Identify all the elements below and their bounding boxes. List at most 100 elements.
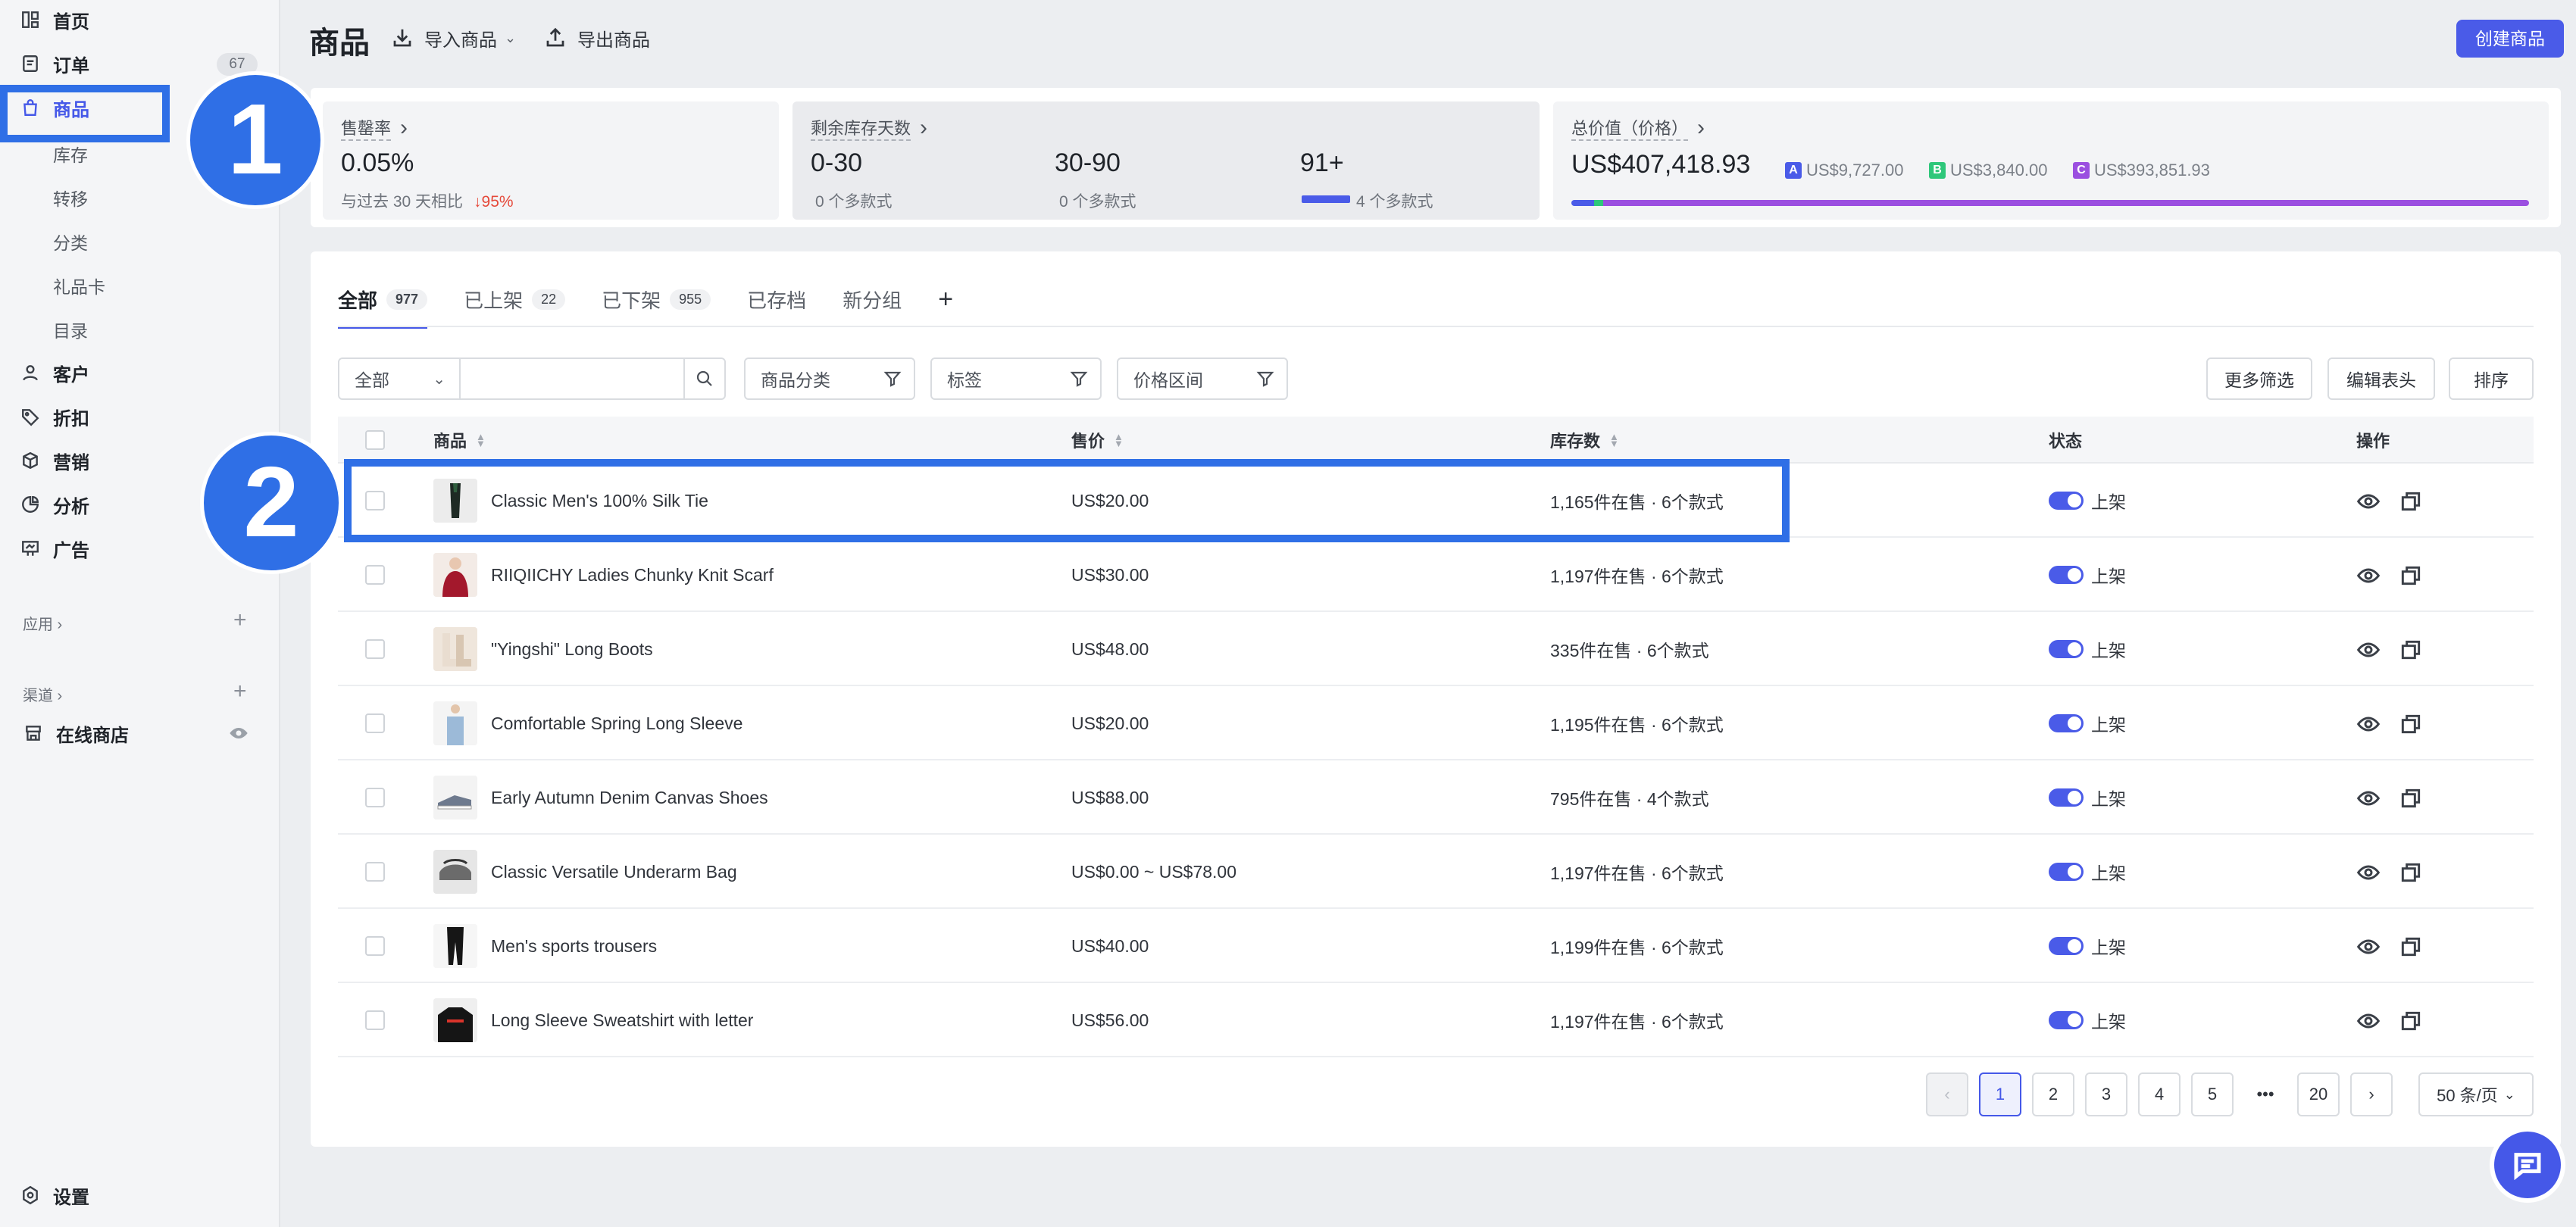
nav-discounts[interactable]: 折扣 xyxy=(20,397,89,436)
duplicate-icon[interactable] xyxy=(2399,564,2423,588)
nav-customers[interactable]: 客户 xyxy=(20,353,89,392)
product-thumbnail[interactable] xyxy=(433,627,477,671)
nav-online-store[interactable]: 在线商店 xyxy=(23,713,129,753)
inventory-days-title[interactable]: 剩余库存天数 › xyxy=(811,115,927,141)
product-thumbnail[interactable] xyxy=(433,701,477,745)
prev-page-button[interactable]: ‹ xyxy=(1926,1072,1968,1116)
row-checkbox[interactable] xyxy=(365,788,385,807)
product-thumbnail[interactable] xyxy=(433,553,477,597)
eye-icon[interactable] xyxy=(227,723,253,744)
status-toggle[interactable] xyxy=(2049,714,2084,732)
duplicate-icon[interactable] xyxy=(2399,786,2423,810)
page-1[interactable]: 1 xyxy=(1979,1072,2021,1116)
nav-catalog[interactable]: 目录 xyxy=(53,317,88,342)
category-filter[interactable]: 商品分类 xyxy=(744,357,915,400)
add-app-icon[interactable]: + xyxy=(233,609,247,632)
sell-through-card[interactable]: 售罄率 › 0.05% 与过去 30 天相比 ↓95% xyxy=(323,101,779,220)
status-toggle[interactable] xyxy=(2049,937,2084,955)
page-size-select[interactable]: 50 条/页 ⌄ xyxy=(2418,1072,2534,1116)
select-all-checkbox[interactable] xyxy=(365,430,385,450)
product-name[interactable]: RIIQIICHY Ladies Chunky Knit Scarf xyxy=(491,538,774,612)
nav-transfers[interactable]: 转移 xyxy=(53,185,88,211)
chat-support-button[interactable] xyxy=(2490,1127,2565,1203)
channels-section-label[interactable]: 渠道 › xyxy=(23,683,62,705)
price-range-filter[interactable]: 价格区间 xyxy=(1117,357,1288,400)
table-row[interactable]: RIIQIICHY Ladies Chunky Knit Scarf US$30.… xyxy=(338,538,2534,612)
page-4[interactable]: 4 xyxy=(2138,1072,2181,1116)
product-thumbnail[interactable] xyxy=(433,998,477,1042)
row-checkbox[interactable] xyxy=(365,1010,385,1030)
status-toggle[interactable] xyxy=(2049,1011,2084,1029)
import-products-button[interactable]: 导入商品 ⌄ xyxy=(391,23,516,53)
create-product-button[interactable]: 创建商品 xyxy=(2456,20,2564,58)
status-toggle[interactable] xyxy=(2049,788,2084,807)
add-channel-icon[interactable]: + xyxy=(233,680,247,703)
nav-home[interactable]: 首页 xyxy=(20,0,89,39)
sell-through-title[interactable]: 售罄率 › xyxy=(341,115,408,141)
page-5[interactable]: 5 xyxy=(2191,1072,2234,1116)
duplicate-icon[interactable] xyxy=(2399,489,2423,514)
duplicate-icon[interactable] xyxy=(2399,860,2423,885)
product-name[interactable]: Men's sports trousers xyxy=(491,909,657,983)
table-row[interactable]: Long Sleeve Sweatshirt with letter US$56.… xyxy=(338,983,2534,1057)
nav-gift-cards[interactable]: 礼品卡 xyxy=(53,273,105,298)
tab-inactive[interactable]: 已下架 955 xyxy=(602,273,711,326)
nav-collections[interactable]: 分类 xyxy=(53,229,88,254)
add-tab-icon[interactable]: + xyxy=(938,273,953,326)
duplicate-icon[interactable] xyxy=(2399,935,2423,959)
next-page-button[interactable]: › xyxy=(2350,1072,2393,1116)
table-row[interactable]: Comfortable Spring Long Sleeve US$20.00 1,… xyxy=(338,686,2534,760)
preview-eye-icon[interactable] xyxy=(2356,1009,2381,1033)
more-filters-button[interactable]: 更多筛选 xyxy=(2206,357,2312,400)
search-button[interactable] xyxy=(683,357,726,400)
page-last[interactable]: 20 xyxy=(2297,1072,2340,1116)
tab-new-group[interactable]: 新分组 xyxy=(843,273,902,326)
product-name[interactable]: Long Sleeve Sweatshirt with letter xyxy=(491,983,753,1057)
scope-select[interactable]: 全部 ⌄ xyxy=(338,357,461,400)
product-thumbnail[interactable] xyxy=(433,776,477,820)
product-name[interactable]: Classic Versatile Underarm Bag xyxy=(491,835,737,909)
status-toggle[interactable] xyxy=(2049,492,2084,510)
table-row[interactable]: Early Autumn Denim Canvas Shoes US$88.00 7… xyxy=(338,760,2534,835)
inventory-days-card[interactable]: 剩余库存天数 › 0-30 0 个多款式 30-90 0 个多款式 91+ 4 个… xyxy=(792,101,1540,220)
page-2[interactable]: 2 xyxy=(2032,1072,2074,1116)
search-input[interactable] xyxy=(459,357,685,400)
nav-ads[interactable]: 广告 xyxy=(20,529,89,568)
row-checkbox[interactable] xyxy=(365,639,385,659)
tab-archived[interactable]: 已存档 xyxy=(747,273,806,326)
preview-eye-icon[interactable] xyxy=(2356,489,2381,514)
nav-inventory[interactable]: 库存 xyxy=(53,141,88,167)
product-name[interactable]: Comfortable Spring Long Sleeve xyxy=(491,686,742,760)
row-checkbox[interactable] xyxy=(365,936,385,956)
preview-eye-icon[interactable] xyxy=(2356,860,2381,885)
status-toggle[interactable] xyxy=(2049,566,2084,584)
nav-marketing[interactable]: 营销 xyxy=(20,441,89,480)
product-thumbnail[interactable] xyxy=(433,850,477,894)
page-ellipsis[interactable]: ••• xyxy=(2244,1072,2287,1116)
nav-orders[interactable]: 订单 xyxy=(20,44,89,83)
product-name[interactable]: "Yingshi" Long Boots xyxy=(491,612,653,686)
export-products-button[interactable]: 导出商品 xyxy=(544,23,650,53)
edit-columns-button[interactable]: 编辑表头 xyxy=(2327,357,2435,400)
col-product[interactable]: 商品 ▲ ▼ xyxy=(433,417,486,464)
preview-eye-icon[interactable] xyxy=(2356,564,2381,588)
tags-filter[interactable]: 标签 xyxy=(930,357,1102,400)
duplicate-icon[interactable] xyxy=(2399,638,2423,662)
nav-analytics[interactable]: 分析 xyxy=(20,485,89,524)
product-name[interactable]: Early Autumn Denim Canvas Shoes xyxy=(491,760,768,835)
preview-eye-icon[interactable] xyxy=(2356,786,2381,810)
tab-all[interactable]: 全部 977 xyxy=(338,273,428,329)
sort-button[interactable]: 排序 xyxy=(2449,357,2534,400)
duplicate-icon[interactable] xyxy=(2399,712,2423,736)
duplicate-icon[interactable] xyxy=(2399,1009,2423,1033)
col-stock[interactable]: 库存数 ▲ ▼ xyxy=(1550,417,1619,464)
row-checkbox[interactable] xyxy=(365,565,385,585)
row-checkbox[interactable] xyxy=(365,862,385,882)
status-toggle[interactable] xyxy=(2049,863,2084,881)
page-3[interactable]: 3 xyxy=(2085,1072,2127,1116)
table-row[interactable]: Men's sports trousers US$40.00 1,199件在售 · … xyxy=(338,909,2534,983)
row-checkbox[interactable] xyxy=(365,713,385,733)
status-toggle[interactable] xyxy=(2049,640,2084,658)
table-row[interactable]: "Yingshi" Long Boots US$48.00 335件在售 · 6个款… xyxy=(338,612,2534,686)
table-row[interactable]: Classic Versatile Underarm Bag US$0.00 ~ … xyxy=(338,835,2534,909)
